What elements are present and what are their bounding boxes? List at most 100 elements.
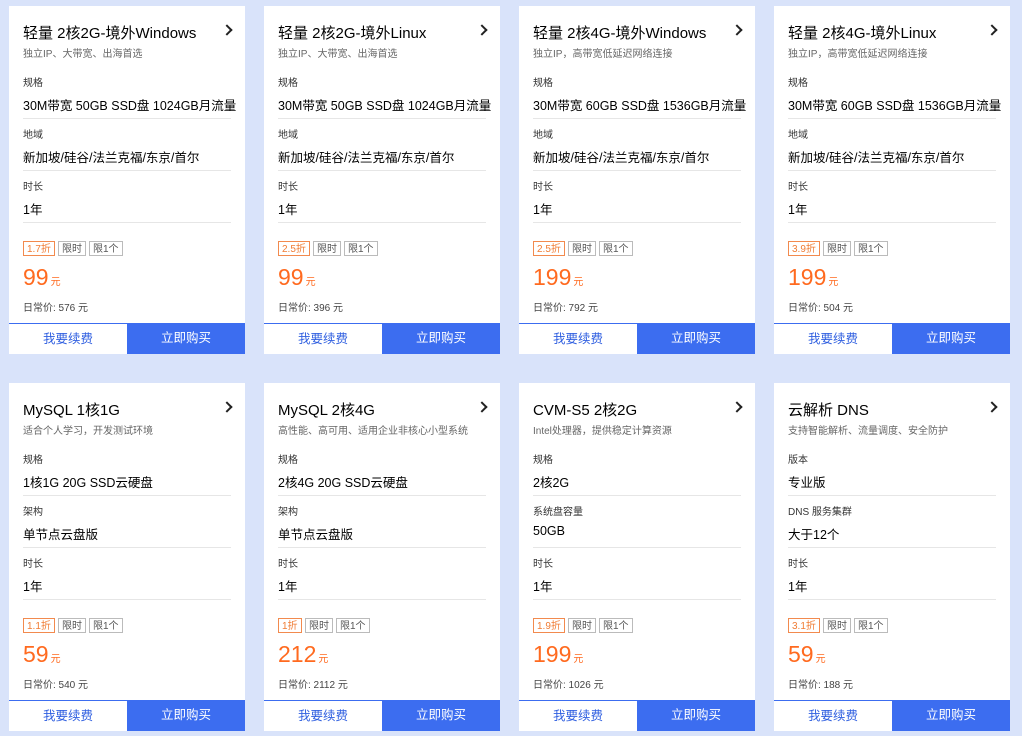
limit-one-badge: 限1个 [89, 618, 123, 633]
product-subtitle: 独立IP，高带宽低延迟网络连接 [788, 49, 928, 60]
product-title[interactable]: 云解析 DNS [788, 399, 869, 420]
product-title[interactable]: 轻量 2核2G-境外Linux [278, 22, 426, 43]
divider [533, 118, 741, 119]
region-value: 50GB [533, 524, 565, 538]
divider [788, 170, 996, 171]
product-title[interactable]: 轻量 2核4G-境外Windows [533, 22, 706, 43]
renew-button[interactable]: 我要续费 [519, 700, 637, 731]
buy-now-button[interactable]: 立即购买 [382, 700, 500, 731]
product-title[interactable]: MySQL 1核1G [23, 399, 120, 420]
spec-label: 规格 [533, 78, 553, 89]
product-card: 云解析 DNS 支持智能解析、流量调度、安全防护 版本 专业版 DNS 服务集群… [774, 383, 1010, 731]
chevron-right-icon[interactable] [731, 401, 743, 413]
duration-label: 时长 [23, 559, 43, 570]
spec-value: 30M带宽 50GB SSD盘 1024GB月流量 [23, 99, 237, 113]
limit-one-badge: 限1个 [89, 241, 123, 256]
duration-value: 1年 [788, 203, 808, 217]
chevron-right-icon[interactable] [986, 401, 998, 413]
divider [278, 118, 486, 119]
buy-now-button[interactable]: 立即购买 [637, 323, 755, 354]
region-value: 新加坡/硅谷/法兰克福/东京/首尔 [23, 151, 200, 165]
product-card: MySQL 2核4G 高性能、高可用、适用企业非核心小型系统 规格 2核4G 2… [264, 383, 500, 731]
limited-time-badge: 限时 [568, 618, 596, 633]
renew-button[interactable]: 我要续费 [9, 323, 127, 354]
divider [23, 222, 231, 223]
divider [788, 118, 996, 119]
divider [788, 599, 996, 600]
price-value: 99 [278, 264, 304, 290]
limited-time-badge: 限时 [313, 241, 341, 256]
divider [23, 495, 231, 496]
buy-now-button[interactable]: 立即购买 [127, 323, 245, 354]
buy-now-button[interactable]: 立即购买 [892, 700, 1010, 731]
product-title[interactable]: CVM-S5 2核2G [533, 399, 637, 420]
original-price: 日常价: 2112 元 [278, 680, 348, 691]
chevron-right-icon[interactable] [731, 24, 743, 36]
price-value: 199 [533, 264, 572, 290]
limited-time-badge: 限时 [58, 618, 86, 633]
divider [533, 547, 741, 548]
region-value: 新加坡/硅谷/法兰克福/东京/首尔 [788, 151, 965, 165]
product-title[interactable]: 轻量 2核2G-境外Windows [23, 22, 196, 43]
chevron-right-icon[interactable] [221, 24, 233, 36]
spec-label: 规格 [23, 78, 43, 89]
limited-time-badge: 限时 [568, 241, 596, 256]
spec-value: 1核1G 20G SSD云硬盘 [23, 476, 153, 490]
chevron-right-icon[interactable] [986, 24, 998, 36]
renew-button[interactable]: 我要续费 [9, 700, 127, 731]
price-unit: 元 [573, 277, 584, 288]
region-label: 地域 [533, 130, 553, 141]
buy-now-button[interactable]: 立即购买 [382, 323, 500, 354]
discount-badge: 1.7折 [23, 241, 55, 256]
divider [788, 547, 996, 548]
duration-value: 1年 [533, 203, 553, 217]
region-label: 地域 [278, 130, 298, 141]
chevron-right-icon[interactable] [476, 24, 488, 36]
region-label: 架构 [23, 507, 43, 518]
spec-label: 规格 [278, 455, 298, 466]
product-subtitle: 独立IP、大带宽、出海首选 [23, 49, 143, 60]
discount-badge: 2.5折 [278, 241, 310, 256]
duration-value: 1年 [278, 203, 298, 217]
original-price: 日常价: 792 元 [533, 303, 599, 314]
duration-label: 时长 [788, 559, 808, 570]
duration-label: 时长 [533, 182, 553, 193]
region-value: 大于12个 [788, 528, 840, 542]
product-card: 轻量 2核2G-境外Windows 独立IP、大带宽、出海首选 规格 30M带宽… [9, 6, 245, 354]
original-price: 日常价: 540 元 [23, 680, 89, 691]
chevron-right-icon[interactable] [221, 401, 233, 413]
renew-button[interactable]: 我要续费 [774, 700, 892, 731]
product-subtitle: Intel处理器，提供稳定计算资源 [533, 426, 672, 437]
product-title[interactable]: 轻量 2核4G-境外Linux [788, 22, 936, 43]
buy-now-button[interactable]: 立即购买 [127, 700, 245, 731]
renew-button[interactable]: 我要续费 [264, 700, 382, 731]
duration-value: 1年 [23, 203, 43, 217]
divider [533, 170, 741, 171]
divider [278, 222, 486, 223]
spec-value: 专业版 [788, 476, 826, 490]
renew-button[interactable]: 我要续费 [264, 323, 382, 354]
discount-badge: 2.5折 [533, 241, 565, 256]
buy-now-button[interactable]: 立即购买 [637, 700, 755, 731]
spec-label: 规格 [23, 455, 43, 466]
renew-button[interactable]: 我要续费 [519, 323, 637, 354]
chevron-right-icon[interactable] [476, 401, 488, 413]
divider [278, 495, 486, 496]
spec-label: 规格 [788, 78, 808, 89]
spec-value: 2核2G [533, 476, 570, 490]
buy-now-button[interactable]: 立即购买 [892, 323, 1010, 354]
limited-time-badge: 限时 [823, 241, 851, 256]
limited-time-badge: 限时 [305, 618, 333, 633]
product-title[interactable]: MySQL 2核4G [278, 399, 375, 420]
limit-one-badge: 限1个 [336, 618, 370, 633]
spec-value: 30M带宽 60GB SSD盘 1536GB月流量 [533, 99, 747, 113]
region-value: 单节点云盘版 [23, 528, 99, 542]
price-unit: 元 [305, 277, 316, 288]
divider [23, 118, 231, 119]
region-label: DNS 服务集群 [788, 507, 852, 518]
price-unit: 元 [50, 277, 61, 288]
divider [23, 170, 231, 171]
renew-button[interactable]: 我要续费 [774, 323, 892, 354]
region-value: 新加坡/硅谷/法兰克福/东京/首尔 [278, 151, 455, 165]
region-value: 新加坡/硅谷/法兰克福/东京/首尔 [533, 151, 710, 165]
